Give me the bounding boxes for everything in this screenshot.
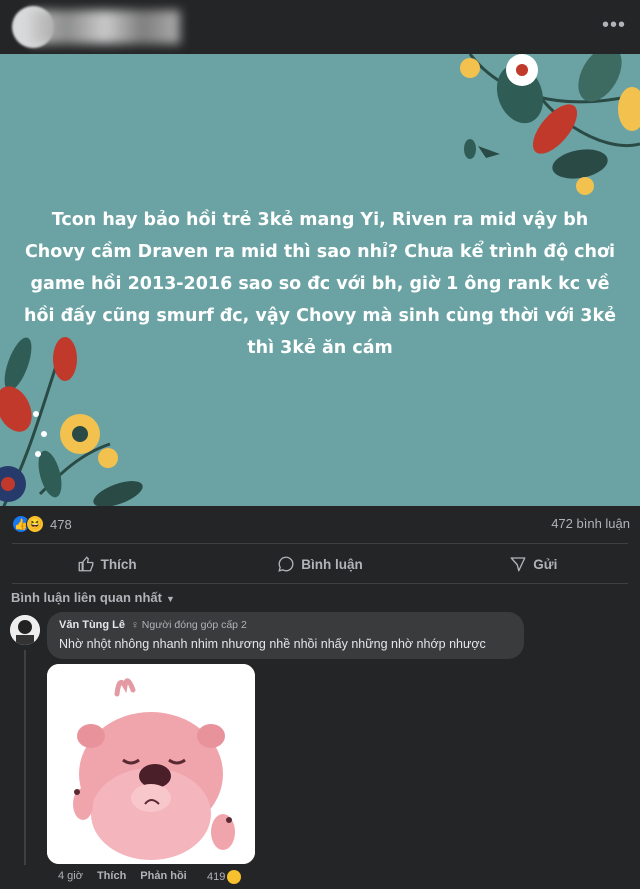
share-label: Gửi: [533, 556, 558, 572]
comment-author[interactable]: Văn Tùng Lê: [59, 619, 125, 631]
comment-count[interactable]: 472 bình luận: [551, 516, 630, 531]
comment-sticker-image[interactable]: [47, 664, 255, 864]
share-button[interactable]: Gửi: [427, 545, 640, 583]
caret-down-icon: ▼: [165, 594, 175, 604]
comment-bubble: Văn Tùng Lê ♀ Người đóng góp cấp 2 Nhờ n…: [47, 612, 524, 659]
badge-icon: ♀: [131, 619, 142, 631]
like-button[interactable]: Thích: [0, 545, 213, 583]
divider: [12, 583, 628, 584]
post-header: •••: [0, 0, 640, 54]
floral-top-right: [460, 54, 640, 195]
comment-like-button[interactable]: Thích: [97, 870, 126, 882]
badge-label: Người đóng góp cấp 2: [141, 619, 247, 631]
thumbs-up-icon: [78, 556, 94, 572]
commenter-avatar[interactable]: [10, 615, 40, 645]
like-label: Thích: [100, 556, 137, 572]
reaction-icons[interactable]: 👍 😆: [12, 515, 44, 533]
comment-text: Nhờ nhột nhông nhanh nhim nhương nhề nhồ…: [59, 637, 486, 651]
post-text: Tcon hay bảo hồi trẻ 3kẻ mang Yi, Riven …: [24, 210, 616, 358]
comment-reply-button[interactable]: Phản hồi: [140, 870, 186, 882]
more-horizontal-icon[interactable]: •••: [602, 14, 626, 37]
poster-name-blurred: [30, 10, 180, 44]
post-background-banner: Tcon hay bảo hồi trẻ 3kẻ mang Yi, Riven …: [0, 54, 640, 506]
thread-line: [24, 650, 26, 865]
send-icon: [510, 557, 526, 572]
haha-reaction-icon: [227, 870, 242, 884]
haha-reaction-icon: 😆: [26, 515, 44, 533]
comment-time[interactable]: 4 giờ: [58, 870, 83, 882]
avatar-image: [10, 615, 40, 645]
divider: [12, 543, 628, 544]
sort-label: Bình luận liên quan nhất: [11, 590, 162, 605]
comment-button[interactable]: Bình luận: [213, 545, 426, 583]
reactions-bar: 👍 😆 478 472 bình luận: [0, 506, 640, 544]
reaction-count[interactable]: 478: [50, 517, 72, 532]
comment-bubble-icon: [278, 556, 294, 572]
comment-reaction-count: 419: [207, 870, 226, 883]
post-actions: Thích Bình luận Gửi: [0, 545, 640, 583]
comment-meta: 4 giờ Thích Phản hồi: [58, 870, 187, 882]
contributor-badge: ♀ Người đóng góp cấp 2: [131, 619, 247, 631]
comment-label: Bình luận: [301, 556, 363, 572]
comment-reactions[interactable]: 419: [207, 870, 242, 884]
sticker-character: [47, 664, 255, 864]
comment-sort-dropdown[interactable]: Bình luận liên quan nhất ▼: [11, 590, 175, 605]
